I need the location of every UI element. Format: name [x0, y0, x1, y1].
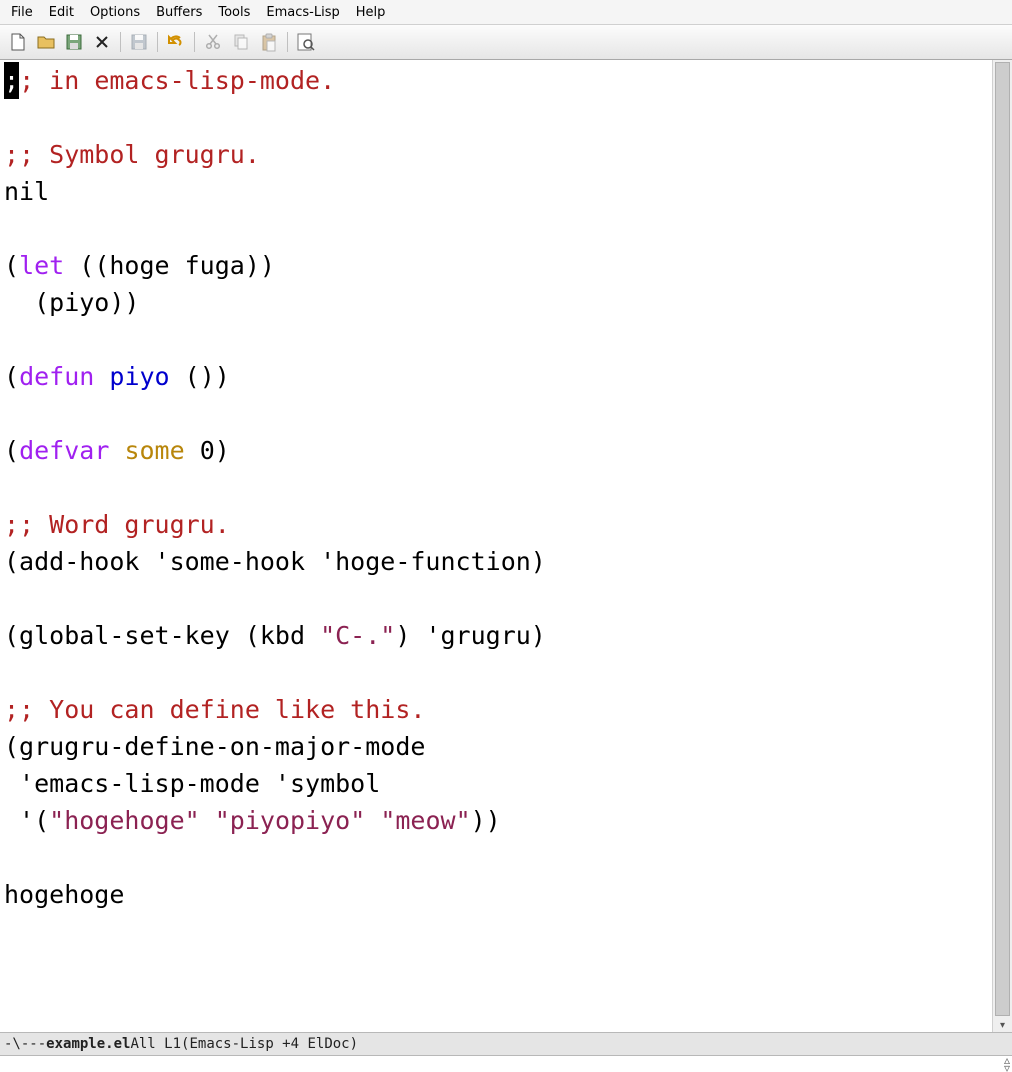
- vertical-scrollbar[interactable]: ▾: [992, 60, 1012, 1032]
- keyword-defvar: defvar: [19, 436, 109, 465]
- modeline-flags: -\---: [4, 1036, 46, 1052]
- diskette-icon[interactable]: [62, 30, 86, 54]
- variable-name: some: [124, 436, 184, 465]
- code-text: ((hoge fuga)): [64, 251, 275, 280]
- scrollbar-thumb[interactable]: [995, 62, 1010, 1016]
- toolbar-separator: [287, 32, 288, 52]
- code-text: ()): [170, 362, 230, 391]
- keyword-let: let: [19, 251, 64, 280]
- undo-icon[interactable]: [164, 30, 188, 54]
- menu-tools[interactable]: Tools: [211, 2, 257, 23]
- code-text: (global-set-key (kbd: [4, 621, 320, 650]
- paren: (: [4, 362, 19, 391]
- buffer-name: example.el: [46, 1036, 130, 1052]
- scroll-down-icon[interactable]: ▾: [993, 1018, 1012, 1032]
- menubar: File Edit Options Buffers Tools Emacs-Li…: [0, 0, 1012, 24]
- modeline-modes: (Emacs-Lisp +4 ElDoc): [181, 1036, 358, 1052]
- code-text: ) 'grugru): [395, 621, 546, 650]
- menu-options[interactable]: Options: [83, 2, 147, 23]
- search-icon[interactable]: [294, 30, 318, 54]
- modeline-position: All L1: [130, 1036, 181, 1052]
- paren: (: [4, 436, 19, 465]
- menu-emacs-lisp[interactable]: Emacs-Lisp: [259, 2, 346, 23]
- space: [109, 436, 124, 465]
- string-literal: "hogehoge": [49, 806, 200, 835]
- code-text: )): [471, 806, 501, 835]
- editor-area: ;; in emacs-lisp-mode. ;; Symbol grugru.…: [0, 60, 1012, 1032]
- code-text: nil: [4, 177, 49, 206]
- toolbar-separator: [194, 32, 195, 52]
- keyword-defun: defun: [19, 362, 94, 391]
- copy-icon[interactable]: [229, 30, 253, 54]
- string-literal: "C-.": [320, 621, 395, 650]
- code-text: (piyo)): [4, 288, 139, 317]
- string-literal: "piyopiyo": [215, 806, 366, 835]
- toolbar-separator: [120, 32, 121, 52]
- modeline: -\--- example.el All L1 (Emacs-Lisp +4 E…: [0, 1032, 1012, 1056]
- close-x-icon[interactable]: [90, 30, 114, 54]
- comment: ;; Word grugru.: [4, 510, 230, 539]
- space: [365, 806, 380, 835]
- string-literal: "meow": [380, 806, 470, 835]
- comment: ; in emacs-lisp-mode.: [19, 66, 335, 95]
- toolbar: [0, 24, 1012, 60]
- new-file-icon[interactable]: [6, 30, 30, 54]
- code-text: '(: [4, 806, 49, 835]
- comment: ;; Symbol grugru.: [4, 140, 260, 169]
- text-cursor: ;: [4, 62, 19, 99]
- code-text: 'emacs-lisp-mode 'symbol: [4, 769, 380, 798]
- comment: ;; You can define like this.: [4, 695, 425, 724]
- open-folder-icon[interactable]: [34, 30, 58, 54]
- minibuffer[interactable]: ▵▿: [0, 1056, 1012, 1072]
- paren: (: [4, 251, 19, 280]
- paste-icon[interactable]: [257, 30, 281, 54]
- code-text: (add-hook 'some-hook 'hoge-function): [4, 547, 546, 576]
- code-editor[interactable]: ;; in emacs-lisp-mode. ;; Symbol grugru.…: [0, 60, 992, 1032]
- space: [94, 362, 109, 391]
- cut-icon[interactable]: [201, 30, 225, 54]
- function-name: piyo: [109, 362, 169, 391]
- menu-file[interactable]: File: [4, 2, 40, 23]
- code-text: hogehoge: [4, 880, 124, 909]
- toolbar-separator: [157, 32, 158, 52]
- code-text: (grugru-define-on-major-mode: [4, 732, 425, 761]
- menu-buffers[interactable]: Buffers: [149, 2, 209, 23]
- code-text: 0): [185, 436, 230, 465]
- menu-help[interactable]: Help: [349, 2, 393, 23]
- resize-handle-icon[interactable]: ▵▿: [1004, 1056, 1010, 1072]
- space: [200, 806, 215, 835]
- menu-edit[interactable]: Edit: [42, 2, 81, 23]
- save-icon[interactable]: [127, 30, 151, 54]
